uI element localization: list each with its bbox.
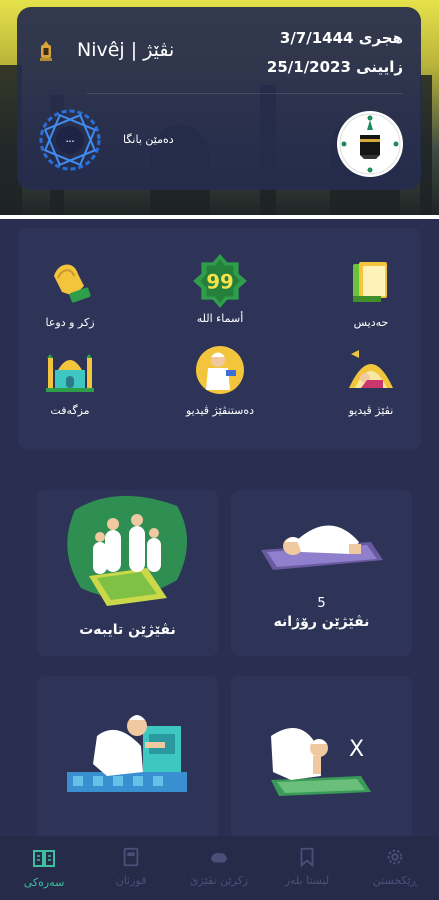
prayer-mistakes-card[interactable]: X [231,676,412,842]
category-label: زکر و دوعا [45,316,95,329]
qibla-compass-icon[interactable] [336,110,404,178]
nav-label: لیستا بلەز [284,874,330,887]
adhan-times-label[interactable]: دەمێن بانگا [123,133,174,146]
category-names-of-allah[interactable]: 99 أسماء الله [160,252,280,325]
99-names-icon: 99 [193,254,247,308]
nav-quran[interactable]: قورئان [87,836,175,900]
mosque-icon [46,354,94,392]
header-separator [0,215,439,219]
hands-icon [210,852,228,863]
mistake-mark: X [349,737,364,762]
nav-bookmarks[interactable]: لیستا بلەز [263,836,351,900]
home-book-icon [33,850,55,867]
svg-text:•••: ••• [66,139,75,145]
book-icon [353,262,387,302]
bottom-navigation: ڕێکخستن لیستا بلەز زکرێن نڤێژێ قورئان سە… [0,836,439,900]
header-banner: Nivêj | نڤێژ هجری 3/7/1444 زایینی 25/1/2… [0,0,439,215]
nav-label: ڕێکخستن [372,874,418,887]
category-label: حەدیس [353,316,389,329]
lantern-icon [40,41,52,61]
nav-label: سەرەکی [23,876,65,889]
card-title: نڤێژێن تایبەت [79,622,176,638]
category-mosque[interactable]: مزگەفت [10,344,130,417]
99-badge-text: 99 [206,270,233,293]
category-label: أسماء الله [196,312,244,325]
ablution-video-icon [196,346,244,394]
ablution-icon [67,715,187,792]
quran-icon [123,847,139,867]
gregorian-date: زایینی 25/1/2023 [266,58,403,76]
category-ablution-video[interactable]: دەستنڤێژ ڤیدیو [160,344,280,417]
category-label: نڤێژ ڤیدیو [348,404,394,417]
special-prayers-icon [67,495,187,606]
nav-label: قورئان [115,874,147,887]
date-card: Nivêj | نڤێژ هجری 3/7/1444 زایینی 25/1/2… [17,7,421,190]
prayer-count: 5 [317,596,326,611]
ornament-clock-icon[interactable]: ••• [37,107,103,173]
hijri-date: هجری 3/7/1444 [279,29,403,47]
category-label: دەستنڤێژ ڤیدیو [185,404,255,417]
app-title: Nivêj | نڤێژ [77,39,175,61]
bookmark-icon [300,847,314,868]
category-hadith[interactable]: حەدیس [311,256,431,329]
daily-prayers-icon [261,525,383,570]
nav-settings[interactable]: ڕێکخستن [351,836,439,900]
ablution-card[interactable] [37,676,218,842]
special-prayers-card[interactable]: نڤێژێن تایبەت [37,490,218,656]
card-title: نڤێژێن رۆژانە [273,614,370,630]
nav-label: زکرێن نڤێژێ [189,874,249,887]
prayer-video-icon [349,350,393,388]
category-label: مزگەفت [50,404,90,417]
category-grid: حەدیس 99 أسماء الله زکر و دوعا نڤێژ ڤیدی… [18,228,421,450]
nav-home[interactable]: سەرەکی [0,836,88,900]
nav-prayer-dhikr[interactable]: زکرێن نڤێژێ [175,836,263,900]
category-dhikr-dua[interactable]: زکر و دوعا [10,256,130,329]
prayer-mistakes-icon: X [271,728,371,796]
divider [87,93,403,94]
category-prayer-video[interactable]: نڤێژ ڤیدیو [311,344,431,417]
gear-icon [387,849,403,865]
daily-prayers-card[interactable]: 5 نڤێژێن رۆژانە [231,490,412,656]
praying-hands-icon [54,264,91,303]
